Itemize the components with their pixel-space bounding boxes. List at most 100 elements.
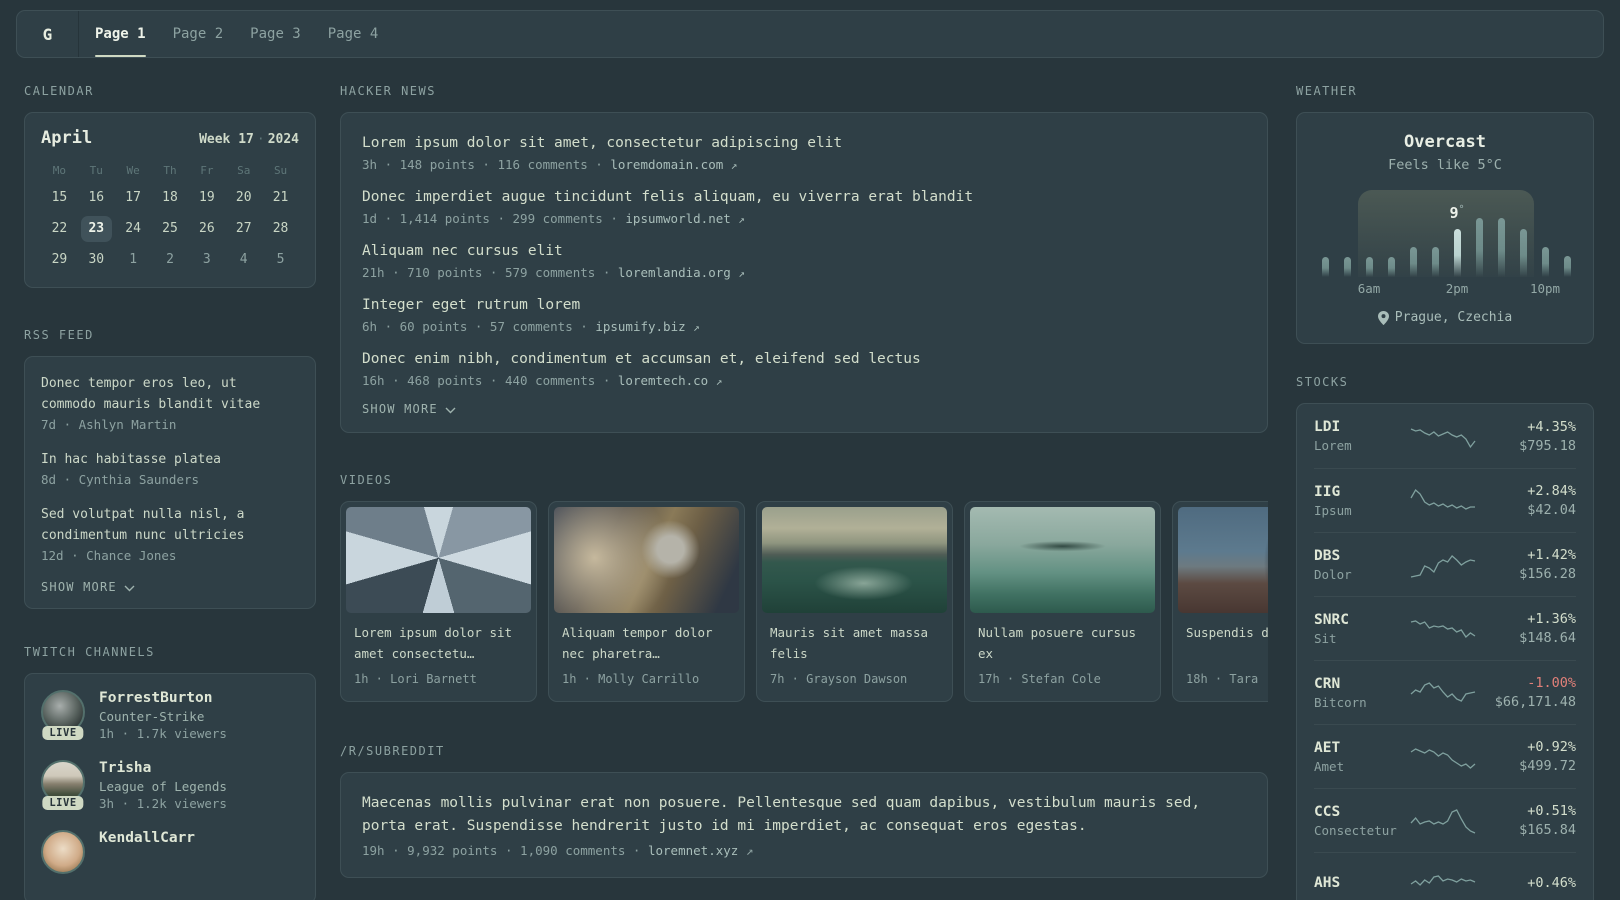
channel-avatar-image[interactable] (41, 830, 85, 874)
stock-symbol[interactable]: DBS (1314, 548, 1410, 564)
video-info: Lorem ipsum dolor sit amet consectetu… 1… (346, 613, 531, 696)
rss-section-title: RSS FEED (24, 328, 94, 342)
video-title[interactable]: Aliquam tempor dolor nec pharetra… (562, 622, 731, 664)
stock-symbol[interactable]: IIG (1314, 484, 1410, 500)
calendar-day: 21 (272, 190, 289, 205)
reddit-post-title[interactable]: Maecenas mollis pulvinar erat non posuer… (362, 792, 1242, 838)
video-thumbnail[interactable] (554, 507, 739, 613)
calendar-day: 17 (125, 190, 141, 205)
stock-symbol[interactable]: AET (1314, 740, 1410, 756)
avatar: LIVE (41, 690, 85, 740)
stock-price: $499.72 (1519, 758, 1576, 774)
hn-meta-stats: 3h · 148 points · 116 comments · (362, 157, 603, 172)
hn-post-title[interactable]: Aliquam nec cursus elit (362, 240, 1246, 262)
daylight-region (1358, 190, 1534, 277)
calendar-day: 28 (272, 221, 289, 236)
hn-meta-stats: 16h · 468 points · 440 comments · (362, 373, 611, 388)
rss-item-meta: 8d · Cynthia Saunders (41, 472, 200, 487)
weather-axis-tick: 2pm (1445, 281, 1469, 296)
tab-page-2[interactable]: Page 2 (173, 11, 224, 57)
list-item: In hac habitasse platea 8d · Cynthia Sau… (41, 449, 299, 487)
video-card[interactable]: Nullam posuere cursus ex 17h · Stefan Co… (964, 501, 1161, 702)
video-title[interactable]: Suspendis diam (1186, 622, 1268, 664)
stock-name: Dolor (1314, 566, 1352, 582)
hn-meta-stats: 21h · 710 points · 579 comments · (362, 265, 611, 280)
hn-post-title[interactable]: Integer eget rutrum lorem (362, 294, 1246, 316)
video-card[interactable]: Mauris sit amet massa felis 7h · Grayson… (756, 501, 953, 702)
calendar-week: Week 17 · 2024 (199, 132, 299, 147)
video-thumbnail[interactable] (970, 507, 1155, 613)
video-card[interactable]: Aliquam tempor dolor nec pharetra… 1h · … (548, 501, 745, 702)
video-info: Nullam posuere cursus ex 17h · Stefan Co… (970, 613, 1155, 696)
hn-section-title: HACKER NEWS (340, 84, 436, 98)
hn-post-meta: 1d · 1,414 points · 299 comments · ipsum… (362, 211, 1246, 226)
tab-page-4[interactable]: Page 4 (328, 11, 379, 57)
stock-sparkline-chart (1410, 554, 1476, 578)
reddit-domain-link[interactable]: loremnet.xyz (648, 843, 738, 858)
hn-post-title[interactable]: Lorem ipsum dolor sit amet, consectetur … (362, 132, 1246, 154)
list-item: Sed volutpat nulla nisl, a condimentum n… (41, 504, 299, 563)
stock-sparkline-chart (1410, 874, 1476, 886)
rss-item-title[interactable]: Donec tempor eros leo, ut commodo mauris… (41, 373, 299, 415)
video-card[interactable]: Lorem ipsum dolor sit amet consectetu… 1… (340, 501, 537, 702)
app-logo[interactable]: G (17, 11, 79, 57)
table-row: LDI Lorem +4.35% $795.18 (1314, 404, 1576, 468)
video-thumbnail[interactable] (762, 507, 947, 613)
stock-sparkline-chart (1410, 619, 1476, 638)
hn-domain-link[interactable]: ipsumify.biz (595, 319, 685, 334)
hn-domain-link[interactable]: loremdomain.com (610, 157, 723, 172)
video-title[interactable]: Mauris sit amet massa felis (770, 622, 939, 664)
calendar-day: 19 (199, 190, 215, 205)
rss-show-more-button[interactable]: SHOW MORE (41, 580, 299, 594)
video-title[interactable]: Nullam posuere cursus ex (978, 622, 1147, 664)
video-card[interactable]: Suspendis diam 18h · Tara (1172, 501, 1268, 702)
channel-name[interactable]: KendallCarr (99, 830, 195, 846)
table-row: DBS Dolor +1.42% $156.28 (1314, 532, 1576, 596)
calendar-day: 16 (88, 190, 105, 205)
twitch-widget: LIVE ForrestBurton Counter-Strike 1h · 1… (24, 673, 316, 900)
stock-change-percent: -1.00% (1527, 675, 1576, 691)
stock-symbol[interactable]: CRN (1314, 676, 1410, 692)
hn-domain-link[interactable]: loremlandia.org (618, 265, 731, 280)
weather-widget: Overcast Feels like 5°C 9° 6am 2pm 10pm Pr… (1296, 112, 1594, 344)
list-item: Donec enim nibh, condimentum et accumsan… (362, 348, 1246, 388)
stock-symbol[interactable]: SNRC (1314, 612, 1410, 628)
tab-page-1[interactable]: Page 1 (95, 11, 146, 57)
calendar-weekday-label: We (126, 164, 140, 177)
tab-page-3[interactable]: Page 3 (250, 11, 301, 57)
video-thumbnail[interactable] (1178, 507, 1268, 613)
weather-bar (1343, 257, 1351, 277)
weather-feels-like: Feels like 5°C (1388, 157, 1502, 173)
channel-name[interactable]: ForrestBurton (99, 690, 227, 706)
video-meta: 17h · Stefan Cole (978, 672, 1101, 686)
hn-domain-link[interactable]: loremtech.co (618, 373, 708, 388)
stock-price: $66,171.48 (1494, 694, 1576, 710)
videos-row: Lorem ipsum dolor sit amet consectetu… 1… (340, 501, 1268, 702)
calendar-weekday-label: Fr (200, 164, 214, 177)
rss-item-title[interactable]: In hac habitasse platea (41, 449, 299, 470)
hn-post-title[interactable]: Donec imperdiet augue tincidunt felis al… (362, 186, 1246, 208)
rss-item-meta: 12d · Chance Jones (41, 548, 177, 563)
channel-name[interactable]: Trisha (99, 760, 227, 776)
stock-symbol[interactable]: CCS (1314, 804, 1410, 820)
stock-change-percent: +1.36% (1527, 611, 1576, 627)
stock-name: Consectetur (1314, 822, 1397, 838)
table-row: CRN Bitcorn -1.00% $66,171.48 (1314, 660, 1576, 724)
video-meta: 7h · Grayson Dawson (770, 672, 908, 686)
video-thumbnail[interactable] (346, 507, 531, 613)
hn-show-more-button[interactable]: SHOW MORE (362, 402, 1246, 416)
calendar-weekday-label: Th (163, 164, 177, 177)
hn-post-title[interactable]: Donec enim nibh, condimentum et accumsan… (362, 348, 1246, 370)
stock-name: Lorem (1314, 438, 1352, 453)
show-more-label: SHOW MORE (362, 402, 438, 416)
rss-item-title[interactable]: Sed volutpat nulla nisl, a condimentum n… (41, 504, 299, 546)
video-title[interactable]: Lorem ipsum dolor sit amet consectetu… (354, 622, 523, 664)
stock-symbol[interactable]: AHS (1314, 875, 1410, 891)
chevron-down-icon (124, 585, 135, 591)
channel-game[interactable]: League of Legends (99, 779, 227, 794)
channel-game[interactable]: Counter-Strike (99, 709, 227, 724)
stock-symbol[interactable]: LDI (1314, 419, 1410, 435)
weather-location[interactable]: Prague, Czechia (1297, 310, 1593, 325)
weather-axis-tick: 10pm (1529, 281, 1561, 296)
hn-domain-link[interactable]: ipsumworld.net (625, 211, 730, 226)
